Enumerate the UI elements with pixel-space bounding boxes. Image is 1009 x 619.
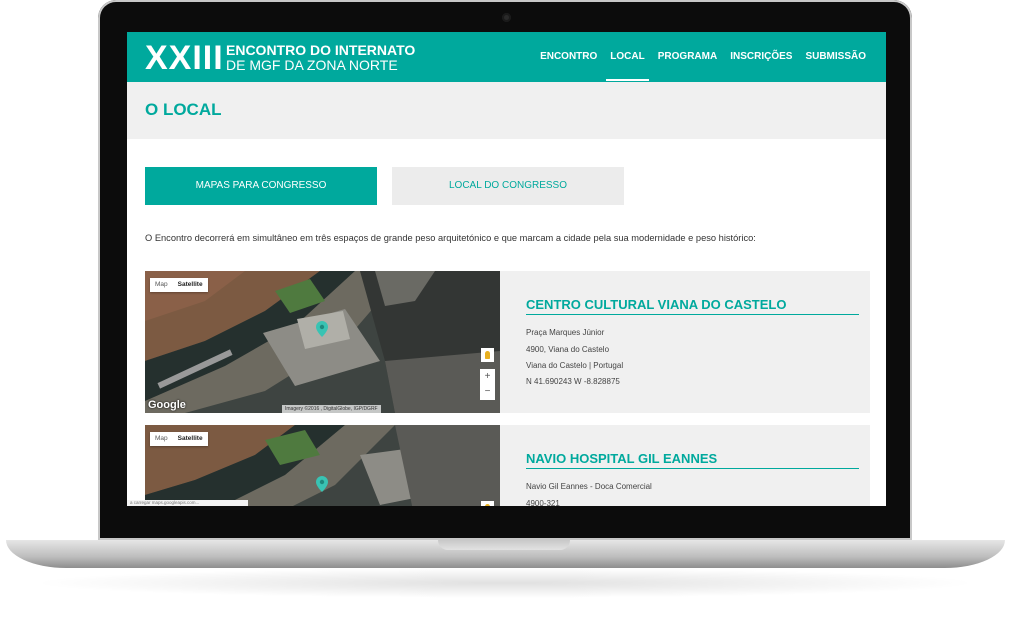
venue-map[interactable]: Map Satellite + − Google Imagery ©2016 ,… [145,271,500,413]
street-view-pegman-icon[interactable] [481,348,494,362]
venue-name: CENTRO CULTURAL VIANA DO CASTELO [526,297,787,312]
map-type-satellite[interactable]: Satellite [173,432,208,446]
screen: XXIII ENCONTRO DO INTERNATO DE MGF DA ZO… [127,32,886,506]
nav-item-local[interactable]: LOCAL [606,32,650,82]
google-logo: Google [148,399,186,411]
map-marker-icon[interactable] [316,321,328,337]
laptop-notch [438,540,570,550]
satellite-imagery [145,271,500,413]
logo-title-line1[interactable]: ENCONTRO DO INTERNATO [226,43,415,58]
nav-item-inscricoes[interactable]: INSCRIÇÕES [730,32,792,82]
logo-number[interactable]: XXIII [145,41,224,75]
map-type-map[interactable]: Map [150,432,173,446]
laptop-shadow [30,568,980,598]
map-marker-icon[interactable] [316,476,328,492]
map-type-toggle: Map Satellite [150,278,208,292]
logo-title-line2[interactable]: DE MGF DA ZONA NORTE [226,58,398,73]
intro-text: O Encontro decorrerá em simultâneo em tr… [145,233,756,243]
map-type-toggle: Map Satellite [150,432,208,446]
venue-divider [526,468,859,469]
map-type-satellite[interactable]: Satellite [173,278,208,292]
main-nav: ENCONTRO LOCAL PROGRAMA INSCRIÇÕES SUBMI… [540,32,866,82]
venue-coordinates: N 41.690243 W -8.828875 [526,377,620,386]
nav-item-programa[interactable]: PROGRAMA [658,32,717,82]
zoom-out-button[interactable]: − [480,384,495,399]
venue-map[interactable]: Map Satellite [145,425,500,506]
zoom-in-button[interactable]: + [480,369,495,384]
browser-status-bar: a carregar maps.googleapis.com... [127,500,248,506]
camera-icon [502,13,511,22]
site-header: XXIII ENCONTRO DO INTERNATO DE MGF DA ZO… [127,32,886,82]
tab-local-do-congresso[interactable]: LOCAL DO CONGRESSO [392,167,624,205]
page-title: O LOCAL [145,100,222,119]
nav-item-encontro[interactable]: ENCONTRO [540,32,597,82]
street-view-pegman-icon[interactable] [481,501,494,506]
zoom-control: + − [480,369,495,400]
venue-address-line: Praça Marques Júnior [526,328,605,337]
venue-divider [526,314,859,315]
venue-name: NAVIO HOSPITAL GIL EANNES [526,451,718,466]
venue-card: Map Satellite + − Google Imagery ©2016 ,… [145,271,870,413]
map-attribution: Imagery ©2016 , DigitalGlobe, IGP/DGRF [282,405,381,413]
nav-item-submissao[interactable]: SUBMISSÃO [805,32,866,82]
venue-address-line: 4900, Viana do Castelo [526,345,610,354]
venue-address-line: 4900-321 [526,499,560,506]
map-type-map[interactable]: Map [150,278,173,292]
page-title-band: O LOCAL [127,82,886,139]
venue-address-line: Viana do Castelo | Portugal [526,361,624,370]
tab-mapas-para-congresso[interactable]: MAPAS PARA CONGRESSO [145,167,377,205]
venue-address-line: Navio Gil Eannes - Doca Comercial [526,482,652,491]
venue-card: Map Satellite NAVIO HOSPITAL GIL EANNES … [145,425,870,506]
